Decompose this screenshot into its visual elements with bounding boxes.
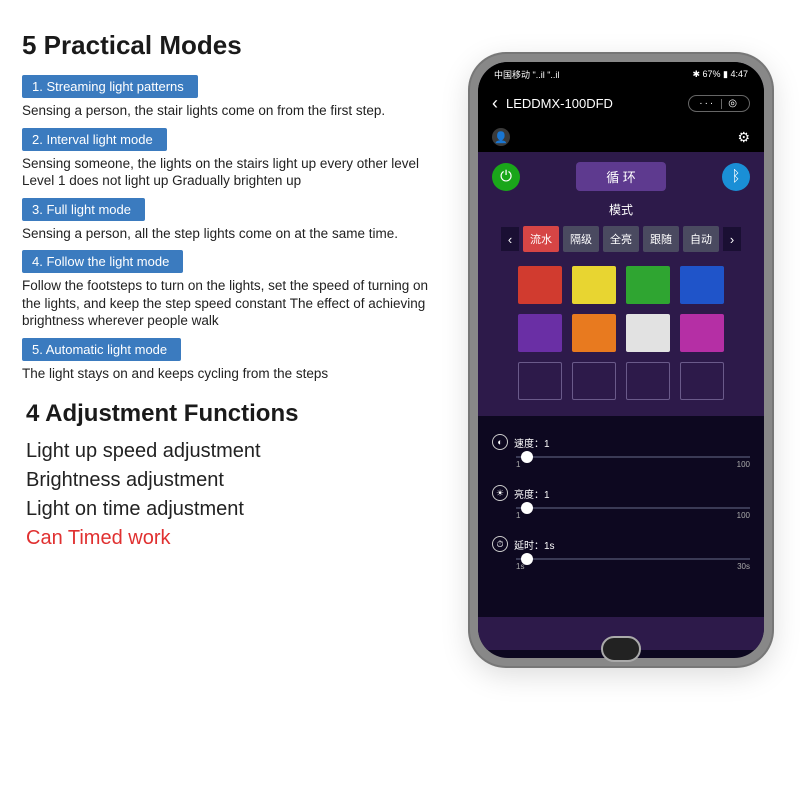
mode-desc-5: The light stays on and keeps cycling fro… [22,365,432,383]
color-swatch-empty[interactable] [680,362,724,400]
mode-badge-4: 4. Follow the light mode [22,250,183,273]
function-item-2: Brightness adjustment [26,469,432,492]
section-title-modes: 5 Practical Modes [22,30,432,61]
modes-label: 模式 [478,197,764,222]
tab-follow[interactable]: 跟随 [643,226,679,252]
slider-brightness: ☀ 亮度：1 1 100 [492,485,750,520]
mode-badge-1: 1. Streaming light patterns [22,75,198,98]
color-swatch-purple[interactable] [518,314,562,352]
tab-full[interactable]: 全亮 [603,226,639,252]
status-left: 中国移动 "..il "..il [494,68,559,81]
slider-label: 延时：1s [514,537,555,552]
slider-thumb[interactable] [521,553,533,565]
nav-bar: ‹ LEDDMX-100DFD ··· ◎ [478,85,764,122]
sliders-panel: ◐ 速度：1 1 100 ☀ 亮度：1 1 100 ⏱ [478,416,764,617]
timer-icon: ⏱ [492,536,508,552]
function-item-4: Can Timed work [26,527,432,550]
bluetooth-button[interactable]: ᛒ [722,163,750,191]
phone-frame: 中国移动 "..il "..il ✱ 67% ▮ 4:47 ‹ LEDDMX-1… [470,54,772,666]
app-body: ⏻ 循 环 ᛒ 模式 ‹ 流水 隔级 全亮 跟随 自动 › [478,152,764,650]
mode-badge-3: 3. Full light mode [22,198,145,221]
slider-min: 1 [516,511,520,520]
color-swatch-magenta[interactable] [680,314,724,352]
color-swatch-white[interactable] [626,314,670,352]
section-title-functions: 4 Adjustment Functions [26,400,432,428]
phone-screen: 中国移动 "..il "..il ✱ 67% ▮ 4:47 ‹ LEDDMX-1… [478,62,764,658]
separator [721,99,722,109]
nav-title: LEDDMX-100DFD [506,96,688,111]
power-button[interactable]: ⏻ [492,163,520,191]
color-grid [478,262,764,410]
slider-max: 100 [737,460,750,469]
ellipsis-icon: ··· [699,98,715,109]
color-swatch-green[interactable] [626,266,670,304]
chevron-left-icon[interactable]: ‹ [501,227,519,251]
slider-thumb[interactable] [521,502,533,514]
status-right: ✱ 67% ▮ 4:47 [692,69,748,80]
target-icon: ◎ [728,98,739,109]
mode-badge-2: 2. Interval light mode [22,128,167,151]
slider-thumb[interactable] [521,451,533,463]
mode-item: 5. Automatic light mode The light stays … [22,338,432,383]
mode-item: 3. Full light mode Sensing a person, all… [22,198,432,243]
avatar-icon[interactable]: 👤 [492,128,510,146]
mode-desc-2: Sensing someone, the lights on the stair… [22,155,432,190]
color-swatch-empty[interactable] [626,362,670,400]
brightness-icon: ☀ [492,485,508,501]
bluetooth-icon: ᛒ [731,168,740,185]
tab-auto[interactable]: 自动 [683,226,719,252]
slider-track[interactable] [516,558,750,560]
sub-bar: 👤 ⚙ [478,122,764,152]
color-swatch-empty[interactable] [572,362,616,400]
slider-max: 30s [737,562,750,571]
mode-desc-4: Follow the footsteps to turn on the ligh… [22,277,432,330]
color-swatch-blue[interactable] [680,266,724,304]
power-icon: ⏻ [500,168,512,185]
color-swatch-yellow[interactable] [572,266,616,304]
mode-tabs: ‹ 流水 隔级 全亮 跟随 自动 › [478,222,764,262]
slider-max: 100 [737,511,750,520]
menu-button[interactable]: ··· ◎ [688,95,750,112]
slider-delay: ⏱ 延时：1s 1s30s [492,536,750,571]
slider-label: 亮度：1 [514,486,550,501]
chevron-right-icon[interactable]: › [723,227,741,251]
color-swatch-orange[interactable] [572,314,616,352]
function-item-3: Light on time adjustment [26,498,432,521]
mode-badge-5: 5. Automatic light mode [22,338,181,361]
mode-item: 1. Streaming light patterns Sensing a pe… [22,75,432,120]
slider-label: 速度：1 [514,435,550,450]
tab-interval[interactable]: 隔级 [563,226,599,252]
slider-track[interactable] [516,507,750,509]
color-swatch-red[interactable] [518,266,562,304]
slider-min: 1 [516,460,520,469]
mode-desc-3: Sensing a person, all the step lights co… [22,225,432,243]
speed-icon: ◐ [492,434,508,450]
mode-desc-1: Sensing a person, the stair lights come … [22,102,432,120]
mode-pill[interactable]: 循 环 [576,162,666,191]
back-button[interactable]: ‹ [492,93,498,114]
slider-speed: ◐ 速度：1 1 100 [492,434,750,469]
mode-item: 4. Follow the light mode Follow the foot… [22,250,432,330]
phone-notch [575,62,667,80]
slider-track[interactable] [516,456,750,458]
tab-streaming[interactable]: 流水 [523,226,559,252]
home-button[interactable] [601,636,641,662]
settings-icon[interactable]: ⚙ [737,129,750,146]
mode-item: 2. Interval light mode Sensing someone, … [22,128,432,190]
function-item-1: Light up speed adjustment [26,440,432,463]
color-swatch-empty[interactable] [518,362,562,400]
